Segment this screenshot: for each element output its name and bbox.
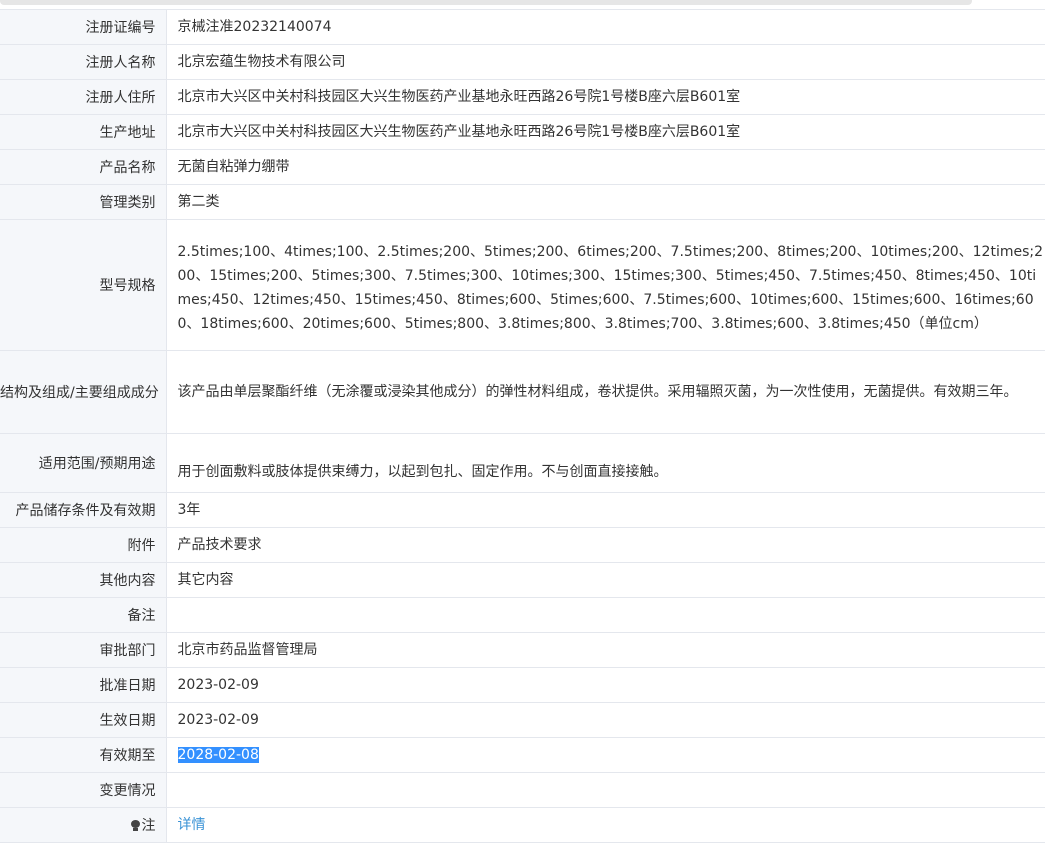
row-label: 适用范围/预期用途 (0, 433, 167, 493)
intended-use: 用于创面敷料或肢体提供束缚力，以起到包扎、固定作用。不与创面直接接触。 (166, 433, 1045, 493)
registration-detail-table: 注册证编号 京械注准20232140074 注册人名称 北京宏蕴生物技术有限公司… (0, 9, 1045, 843)
product-name: 无菌自粘弹力绷带 (166, 149, 1045, 185)
table-row: 产品储存条件及有效期 3年 (0, 492, 1045, 528)
row-label: 注 (0, 807, 167, 843)
registrant-name: 北京宏蕴生物技术有限公司 (166, 44, 1045, 80)
table-row: 产品名称 无菌自粘弹力绷带 (0, 149, 1045, 185)
row-label: 备注 (0, 597, 167, 633)
row-label: 批准日期 (0, 667, 167, 703)
row-label: 型号规格 (0, 219, 167, 351)
registrant-address: 北京市大兴区中关村科技园区大兴生物医药产业基地永旺西路26号院1号楼B座六层B6… (166, 79, 1045, 115)
registration-number: 京械注准20232140074 (166, 9, 1045, 45)
note: 详情 (166, 807, 1045, 843)
other-content: 其它内容 (166, 562, 1045, 598)
table-row: 生效日期 2023-02-09 (0, 702, 1045, 738)
table-row: 注册人名称 北京宏蕴生物技术有限公司 (0, 44, 1045, 80)
approval-date: 2023-02-09 (166, 667, 1045, 703)
table-row: 附件 产品技术要求 (0, 527, 1045, 563)
note-label: 注 (141, 818, 156, 834)
row-label: 结构及组成/主要组成成分 (0, 350, 167, 434)
change-status (166, 772, 1045, 808)
row-label: 变更情况 (0, 772, 167, 808)
table-row: 审批部门 北京市药品监督管理局 (0, 632, 1045, 668)
row-label: 生产地址 (0, 114, 167, 150)
effective-date: 2023-02-09 (166, 702, 1045, 738)
table-row: 适用范围/预期用途 用于创面敷料或肢体提供束缚力，以起到包扎、固定作用。不与创面… (0, 433, 1045, 493)
table-row: 生产地址 北京市大兴区中关村科技园区大兴生物医药产业基地永旺西路26号院1号楼B… (0, 114, 1045, 150)
row-label: 注册人住所 (0, 79, 167, 115)
storage-and-validity: 3年 (166, 492, 1045, 528)
model-specification: 2.5times;100、4times;100、2.5times;200、5ti… (166, 219, 1045, 351)
table-row: 管理类别 第二类 (0, 184, 1045, 220)
row-label: 产品储存条件及有效期 (0, 492, 167, 528)
table-row: 有效期至 2028-02-08 (0, 737, 1045, 773)
row-label: 产品名称 (0, 149, 167, 185)
table-row: 注册人住所 北京市大兴区中关村科技园区大兴生物医药产业基地永旺西路26号院1号楼… (0, 79, 1045, 115)
selected-text: 2028-02-08 (177, 747, 259, 763)
row-label: 其他内容 (0, 562, 167, 598)
table-row: 结构及组成/主要组成成分 该产品由单层聚酯纤维（无涂覆或浸染其他成分）的弹性材料… (0, 350, 1045, 434)
remarks (166, 597, 1045, 633)
expiry-date: 2028-02-08 (166, 737, 1045, 773)
details-link[interactable]: 详情 (178, 817, 206, 833)
table-row: 批准日期 2023-02-09 (0, 667, 1045, 703)
horizontal-scrollbar[interactable] (0, 0, 1045, 8)
table-row: 型号规格 2.5times;100、4times;100、2.5times;20… (0, 219, 1045, 351)
row-label: 生效日期 (0, 702, 167, 738)
model-specification-text: 2.5times;100、4times;100、2.5times;200、5ti… (177, 244, 1044, 332)
intended-use-text: 用于创面敷料或肢体提供束缚力，以起到包扎、固定作用。不与创面直接接触。 (177, 464, 668, 480)
row-label-text: 结构及组成/主要组成成分 (0, 385, 159, 401)
table-row: 备注 (0, 597, 1045, 633)
management-category: 第二类 (166, 184, 1045, 220)
approval-department: 北京市药品监督管理局 (166, 632, 1045, 668)
row-label: 附件 (0, 527, 167, 563)
structure-composition: 该产品由单层聚酯纤维（无涂覆或浸染其他成分）的弹性材料组成，卷状提供。采用辐照灭… (166, 350, 1045, 434)
table-row: 变更情况 (0, 772, 1045, 808)
row-label: 注册人名称 (0, 44, 167, 80)
row-label: 注册证编号 (0, 9, 167, 45)
row-label: 有效期至 (0, 737, 167, 773)
row-label: 审批部门 (0, 632, 167, 668)
attachment: 产品技术要求 (166, 527, 1045, 563)
production-address: 北京市大兴区中关村科技园区大兴生物医药产业基地永旺西路26号院1号楼B座六层B6… (166, 114, 1045, 150)
table-row: 其他内容 其它内容 (0, 562, 1045, 598)
table-row: 注册证编号 京械注准20232140074 (0, 9, 1045, 45)
row-label: 管理类别 (0, 184, 167, 220)
table-row: 注 详情 (0, 807, 1045, 843)
lightbulb-icon (130, 820, 140, 831)
scrollbar-thumb[interactable] (0, 0, 972, 5)
